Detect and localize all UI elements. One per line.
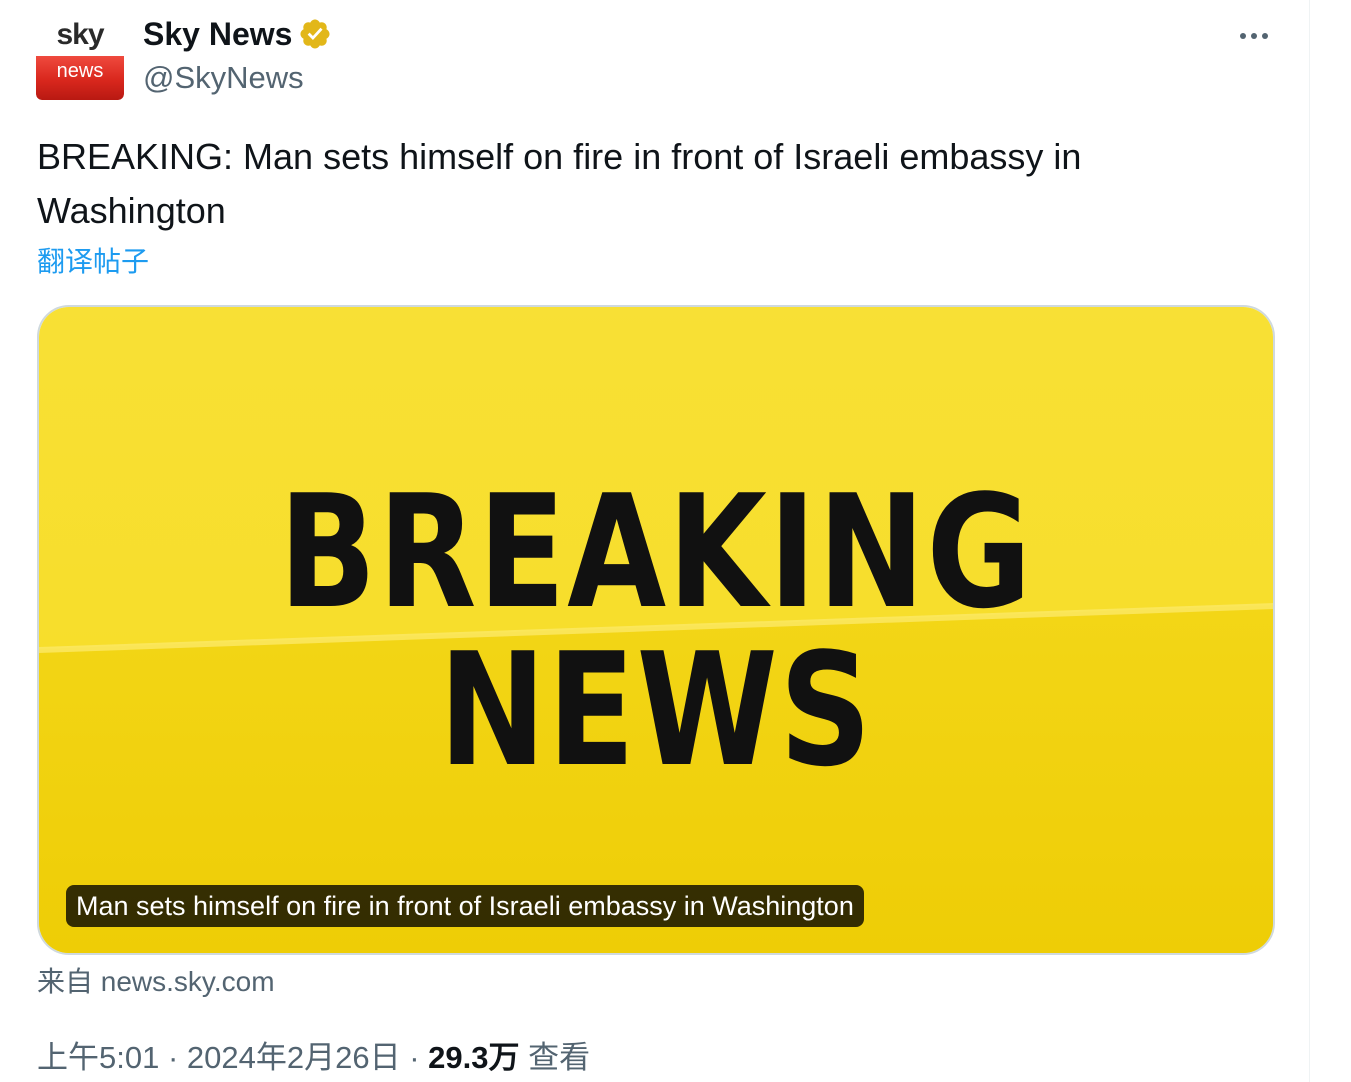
- link-source[interactable]: 来自 news.sky.com: [37, 962, 275, 1002]
- more-horizontal-icon[interactable]: [1234, 20, 1274, 50]
- media-card[interactable]: BREAKING NEWS Man sets himself on fire i…: [37, 305, 1275, 955]
- views-label: 查看: [519, 1040, 591, 1075]
- post-time[interactable]: 上午5:01: [37, 1040, 159, 1075]
- avatar-news-wordmark: news: [56, 60, 104, 82]
- meta-separator: ·: [400, 1040, 429, 1075]
- media-headline-line1: BREAKING: [278, 461, 1034, 643]
- translate-post-link[interactable]: 翻译帖子: [37, 242, 149, 282]
- post-meta: 上午5:01 · 2024年2月26日 · 29.3万 查看: [37, 1036, 590, 1080]
- post-card: sky news Sky News @SkyNews BREAKING: Man…: [0, 0, 1310, 1082]
- author-handle[interactable]: @SkyNews: [143, 58, 304, 98]
- post-date[interactable]: 2024年2月26日: [187, 1040, 401, 1075]
- author-display-name[interactable]: Sky News: [143, 14, 292, 54]
- views-count: 29.3万: [428, 1040, 520, 1075]
- avatar-news-bar: news: [36, 56, 124, 100]
- media-headline-line2: NEWS: [438, 619, 874, 801]
- gold-verified-badge-icon: [300, 19, 330, 49]
- right-gutter: [1311, 0, 1351, 1082]
- post-text: BREAKING: Man sets himself on fire in fr…: [37, 136, 1082, 231]
- media-caption: Man sets himself on fire in front of Isr…: [66, 885, 864, 927]
- avatar-sky-wordmark: sky: [56, 18, 104, 51]
- author-name-row: Sky News: [143, 14, 332, 54]
- avatar[interactable]: sky news: [36, 12, 124, 100]
- meta-separator: ·: [159, 1040, 187, 1075]
